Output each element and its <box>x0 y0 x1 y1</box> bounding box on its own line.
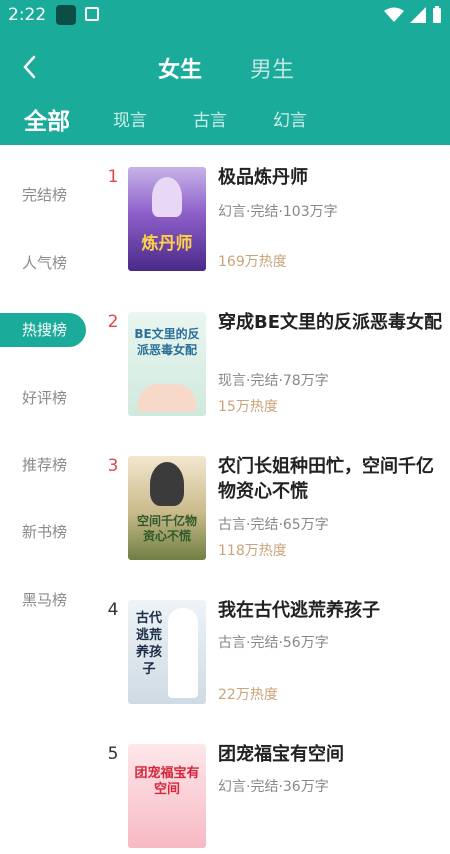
book-cover: BE文里的反派恶毒女配 <box>128 312 206 416</box>
tab-male[interactable]: 男生 <box>250 52 294 84</box>
back-button[interactable] <box>16 52 46 82</box>
book-item[interactable]: 5 团宠福宝有空间 团宠福宝有空间 幻言·完结·36万字 <box>95 744 450 854</box>
sidebar-item-dark-horse[interactable]: 黑马榜 <box>0 583 90 617</box>
book-title: 我在古代逃荒养孩子 <box>218 600 380 621</box>
book-cover: 空间千亿物资心不慌 <box>128 456 206 560</box>
book-title: 团宠福宝有空间 <box>218 744 344 765</box>
book-item[interactable]: 1 炼丹师 极品炼丹师 幻言·完结·103万字 169万热度 <box>95 167 450 277</box>
book-rank: 4 <box>107 600 119 620</box>
status-bar: 2:22 <box>0 0 450 30</box>
book-cover: 炼丹师 <box>128 167 206 271</box>
category-tabs: 全部 现言 古言 幻言 <box>0 100 450 140</box>
header: 2:22 女生 男生 全部 现言 古言 幻言 <box>0 0 450 145</box>
book-rank: 2 <box>107 312 119 332</box>
ranking-sidebar: 完结榜 人气榜 热搜榜 好评榜 推荐榜 新书榜 黑马榜 <box>0 145 95 800</box>
notification-icon <box>56 5 76 25</box>
sidebar-item-new-books[interactable]: 新书榜 <box>0 515 90 549</box>
book-rank: 5 <box>107 744 119 764</box>
sidebar-item-completed[interactable]: 完结榜 <box>0 178 90 212</box>
category-all[interactable]: 全部 <box>24 102 70 136</box>
book-rank: 1 <box>107 167 119 187</box>
book-heat: 22万热度 <box>218 687 278 703</box>
cover-text: 古代逃荒养孩子 <box>135 611 162 677</box>
cover-text: BE文里的反派恶毒女配 <box>134 327 200 357</box>
cover-text: 空间千亿物资心不慌 <box>136 514 197 543</box>
category-ancient[interactable]: 古言 <box>193 106 227 131</box>
book-heat: 15万热度 <box>218 399 278 415</box>
book-item[interactable]: 4 古代逃荒养孩子 我在古代逃荒养孩子 古言·完结·56万字 22万热度 <box>95 600 450 710</box>
book-title: 极品炼丹师 <box>218 167 308 188</box>
book-meta: 现言·完结·78万字 <box>218 373 329 389</box>
book-meta: 古言·完结·56万字 <box>218 635 329 651</box>
sidebar-item-top-rated[interactable]: 好评榜 <box>0 381 90 415</box>
sidebar-item-recommended[interactable]: 推荐榜 <box>0 448 90 482</box>
cover-text: 炼丹师 <box>141 234 193 254</box>
book-item[interactable]: 3 空间千亿物资心不慌 农门长姐种田忙，空间千亿物资心不慌 古言·完结·65万字… <box>95 456 450 566</box>
book-rank: 3 <box>107 456 119 476</box>
tab-female[interactable]: 女生 <box>158 52 202 84</box>
book-meta: 幻言·完结·103万字 <box>218 204 338 220</box>
book-heat: 118万热度 <box>218 543 287 559</box>
app-icon <box>85 7 99 21</box>
status-icons <box>384 6 442 24</box>
book-cover: 古代逃荒养孩子 <box>128 600 206 704</box>
top-bar: 女生 男生 <box>0 42 450 92</box>
sidebar-item-popular[interactable]: 人气榜 <box>0 246 90 280</box>
wifi-icon <box>384 7 404 22</box>
category-modern[interactable]: 现言 <box>113 106 147 131</box>
book-meta: 古言·完结·65万字 <box>218 517 329 533</box>
signal-icon <box>410 7 426 23</box>
status-time: 2:22 <box>8 5 47 25</box>
book-item[interactable]: 2 BE文里的反派恶毒女配 穿成BE文里的反派恶毒女配 现言·完结·78万字 1… <box>95 312 450 422</box>
battery-icon <box>433 6 441 23</box>
book-heat: 169万热度 <box>218 254 287 270</box>
chevron-left-icon <box>23 55 36 79</box>
book-title: 农门长姐种田忙，空间千亿物资心不慌 <box>218 456 434 502</box>
book-cover: 团宠福宝有空间 <box>128 744 206 848</box>
cover-text: 团宠福宝有空间 <box>134 766 200 797</box>
book-meta: 幻言·完结·36万字 <box>218 779 329 795</box>
book-title: 穿成BE文里的反派恶毒女配 <box>218 312 443 333</box>
sidebar-item-hot-search[interactable]: 热搜榜 <box>0 313 86 347</box>
category-fantasy[interactable]: 幻言 <box>273 106 307 131</box>
